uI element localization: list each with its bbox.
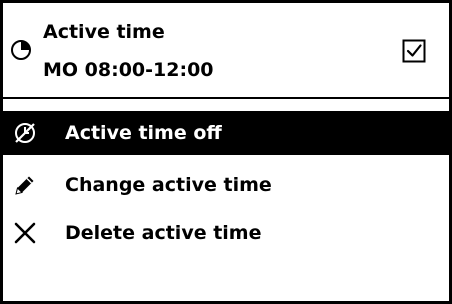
page-title: Active time (43, 21, 165, 43)
menu-item-change-active-time[interactable]: Change active time (3, 163, 449, 207)
active-time-header: Active time MO 08:00-12:00 (3, 3, 449, 97)
menu-item-label: Delete active time (65, 222, 262, 244)
menu-item-label: Active time off (65, 122, 222, 144)
device-screen: Active time MO 08:00-12:00 Active time o… (0, 0, 452, 304)
menu-item-active-time-off[interactable]: Active time off (3, 111, 449, 155)
clock-icon (10, 39, 32, 61)
pencil-icon (13, 173, 37, 197)
menu-item-delete-active-time[interactable]: Delete active time (3, 211, 449, 255)
clock-off-icon (13, 121, 37, 145)
menu-item-label: Change active time (65, 174, 272, 196)
close-icon (13, 221, 37, 245)
header-divider (3, 97, 449, 99)
active-time-schedule: MO 08:00-12:00 (43, 59, 214, 81)
enabled-checkbox[interactable] (402, 39, 426, 63)
